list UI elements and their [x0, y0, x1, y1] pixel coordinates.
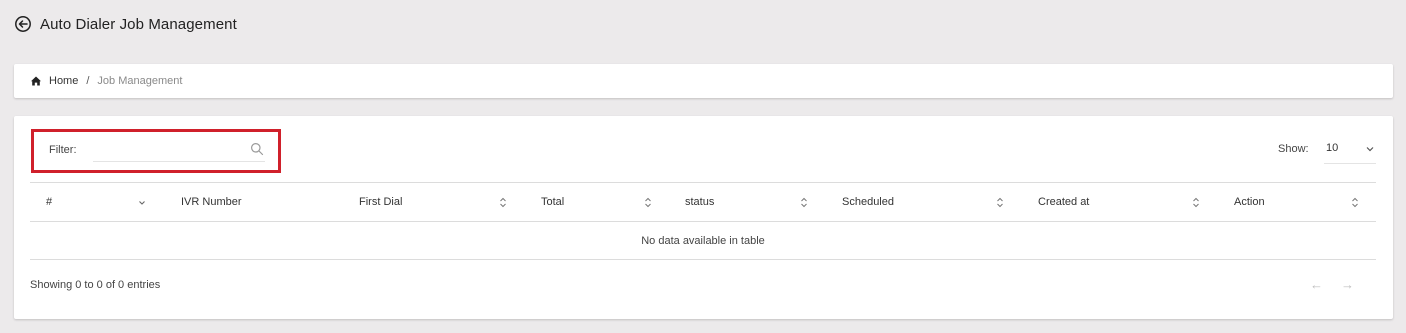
- home-icon[interactable]: [30, 75, 42, 87]
- page-header: Auto Dialer Job Management: [14, 13, 237, 35]
- sort-icon[interactable]: [644, 197, 652, 208]
- sort-icon[interactable]: [800, 197, 808, 208]
- sort-icon[interactable]: [996, 197, 1004, 208]
- sort-icon[interactable]: [499, 197, 507, 208]
- page: Auto Dialer Job Management Home / Job Ma…: [0, 0, 1406, 333]
- chevron-down-icon[interactable]: [138, 200, 146, 206]
- sort-icon[interactable]: [1351, 197, 1359, 208]
- search-icon: [251, 143, 264, 156]
- page-title: Auto Dialer Job Management: [40, 15, 237, 33]
- table-header: # IVR Number First Dial Total status Sch…: [30, 183, 1376, 222]
- chevron-down-icon[interactable]: [1365, 145, 1375, 153]
- column-header-scheduled[interactable]: Scheduled: [842, 196, 894, 208]
- show-label: Show:: [1278, 143, 1309, 155]
- previous-page-button[interactable]: ←: [1310, 277, 1323, 292]
- column-header-first-dial[interactable]: First Dial: [359, 196, 402, 208]
- job-table-card: Filter: Show: 10 # IVR Number First Dial: [14, 116, 1393, 319]
- back-arrow-icon[interactable]: [14, 15, 32, 33]
- filter-highlight: Filter:: [31, 129, 281, 173]
- column-header-ivr-number[interactable]: IVR Number: [181, 196, 242, 208]
- filter-label: Filter:: [49, 144, 77, 156]
- table-info: Showing 0 to 0 of 0 entries: [30, 279, 161, 291]
- breadcrumb-home-link[interactable]: Home: [49, 75, 78, 87]
- sort-icon[interactable]: [1192, 197, 1200, 208]
- column-header-status[interactable]: status: [685, 196, 714, 208]
- column-header-created-at[interactable]: Created at: [1038, 196, 1089, 208]
- next-page-button[interactable]: →: [1341, 277, 1354, 292]
- breadcrumb-separator: /: [86, 75, 90, 87]
- jobs-table: # IVR Number First Dial Total status Sch…: [30, 182, 1376, 260]
- column-header-total[interactable]: Total: [541, 196, 564, 208]
- empty-table-message: No data available in table: [641, 234, 765, 247]
- column-header-action[interactable]: Action: [1234, 196, 1265, 208]
- filter-input[interactable]: [93, 138, 265, 162]
- pagination: ← →: [1310, 277, 1354, 292]
- table-row: No data available in table: [30, 222, 1376, 260]
- page-size-value: 10: [1326, 142, 1339, 154]
- breadcrumb-current: Job Management: [97, 75, 183, 87]
- column-header-index[interactable]: #: [46, 196, 52, 208]
- breadcrumb: Home / Job Management: [14, 64, 1393, 98]
